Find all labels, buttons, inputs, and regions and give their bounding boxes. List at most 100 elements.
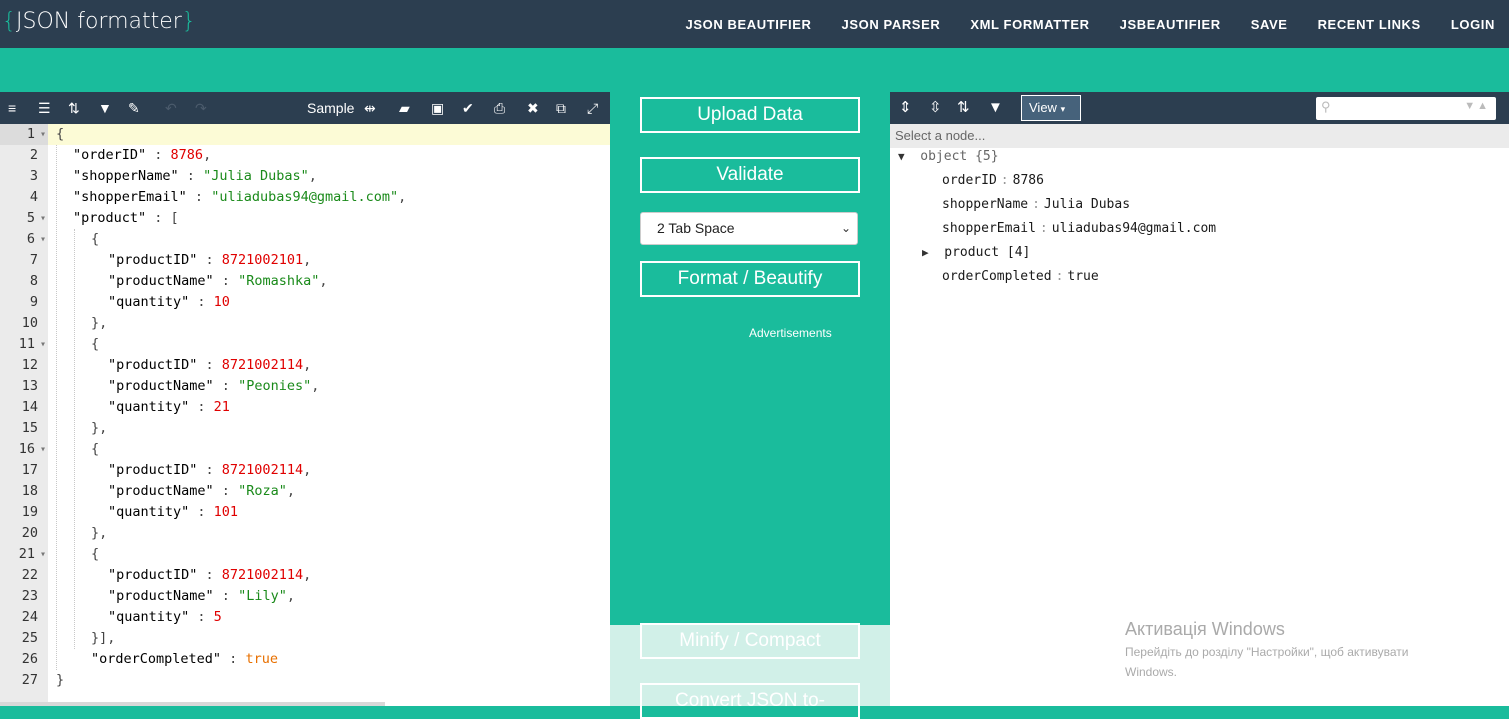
- site-logo[interactable]: {JSON formatter}: [2, 9, 196, 34]
- fold-arrow-icon[interactable]: ▾: [40, 544, 46, 565]
- usb-icon[interactable]: ⇹: [364, 100, 376, 116]
- filter-icon[interactable]: ▼: [98, 100, 112, 116]
- collapsed-arrow-icon[interactable]: ▶: [922, 246, 929, 259]
- nav-login[interactable]: LOGIN: [1451, 17, 1495, 32]
- code-line: }],: [91, 630, 116, 646]
- tree-view-panel: ⇕ ⇳ ⇅ ▼ View ▾ ⚲ ▼▲ Select a node... ▼ o…: [890, 92, 1509, 706]
- line-number: 25: [21, 630, 38, 646]
- search-icon: ⚲: [1321, 99, 1331, 114]
- line-number: 20: [21, 525, 38, 541]
- indent-guide: [56, 145, 57, 670]
- fold-arrow-icon[interactable]: ▾: [40, 439, 46, 460]
- expand-all-icon[interactable]: ⇕: [899, 100, 912, 116]
- fold-arrow-icon[interactable]: ▾: [40, 229, 46, 250]
- line-number: 8: [29, 273, 38, 289]
- folder-open-icon[interactable]: ▰: [399, 100, 410, 116]
- code-line: {: [91, 441, 100, 457]
- code-line: "shopperEmail" : "uliadubas94@gmail.com"…: [73, 189, 407, 205]
- line-number: 7: [29, 252, 38, 268]
- line-number: 3: [29, 168, 38, 184]
- code-line: "productID" : 8721002114,: [108, 567, 312, 583]
- collapse-all-icon[interactable]: ⇳: [929, 100, 942, 116]
- line-number: 23: [21, 588, 38, 604]
- code-line: "quantity" : 10: [108, 294, 230, 310]
- code-area[interactable]: 1 ▾ 2 3 4 5 ▾ 6 ▾ 7 8 9 10 11 ▾ 12 13 14 15 …: [0, 124, 610, 706]
- line-number: 1 ▾: [0, 124, 48, 145]
- line-number: 12: [21, 357, 38, 373]
- horizontal-scrollbar[interactable]: [0, 702, 385, 706]
- code-line: "quantity" : 5: [108, 609, 222, 625]
- tab-space-select[interactable]: 2 Tab Space ⌄: [640, 212, 858, 245]
- nav-json-beautifier[interactable]: JSON BEAUTIFIER: [686, 17, 812, 32]
- format-beautify-button[interactable]: Format / Beautify: [640, 261, 860, 297]
- line-number: 24: [21, 609, 38, 625]
- minify-compact-button[interactable]: Minify / Compact: [640, 623, 860, 659]
- dropdown-caret-icon: ▾: [1060, 104, 1066, 114]
- format-icon[interactable]: ≡: [8, 100, 16, 116]
- compact-icon[interactable]: ☰: [38, 100, 51, 116]
- tree-toolbar: ⇕ ⇳ ⇅ ▼ View ▾ ⚲ ▼▲: [890, 92, 1509, 124]
- line-number: 10: [21, 315, 38, 331]
- line-number: 15: [21, 420, 38, 436]
- wrench-icon[interactable]: ✎: [128, 100, 140, 116]
- tree-node-shoppername[interactable]: shopperName: Julia Dubas: [942, 193, 1130, 217]
- nav-json-parser[interactable]: JSON PARSER: [842, 17, 941, 32]
- line-number: 27: [21, 672, 38, 688]
- code-editor-panel: ≡ ☰ ⇅ ▼ ✎ ↶ ↷ Sample ⇹ ▰ ▣ ✔ ⎙ ✖ ⧉ ⤢ 1 ▾ …: [0, 92, 610, 706]
- line-number: 6 ▾: [0, 229, 48, 250]
- fold-arrow-icon[interactable]: ▾: [40, 334, 46, 355]
- line-number: 14: [21, 399, 38, 415]
- tree-search-input[interactable]: ⚲ ▼▲: [1316, 97, 1496, 120]
- line-number: 9: [29, 294, 38, 310]
- expanded-arrow-icon[interactable]: ▼: [898, 150, 905, 163]
- code-line: {: [91, 546, 100, 562]
- filter-icon[interactable]: ▼: [988, 100, 1003, 116]
- convert-json-button[interactable]: Convert JSON to-: [640, 683, 860, 719]
- sample-button[interactable]: Sample: [307, 100, 354, 116]
- fold-arrow-icon[interactable]: ▾: [40, 124, 46, 145]
- line-number: 11 ▾: [0, 334, 48, 355]
- code-line: "productName" : "Romashka",: [108, 273, 328, 289]
- validate-button[interactable]: Validate: [640, 157, 860, 193]
- line-number: 22: [21, 567, 38, 583]
- view-mode-button[interactable]: View ▾: [1021, 95, 1081, 121]
- code-line: "productName" : "Roza",: [108, 483, 295, 499]
- windows-activation-title: Активація Windows: [1125, 619, 1285, 639]
- save-icon[interactable]: ▣: [431, 100, 444, 116]
- indent-guide: [74, 229, 75, 649]
- advertisements-label: Advertisements: [749, 326, 832, 340]
- line-number: 17: [21, 462, 38, 478]
- tree-node-ordercompleted[interactable]: orderCompleted: true: [942, 265, 1099, 289]
- code-line: "productID" : 8721002114,: [108, 357, 312, 373]
- tree-node-shopperemail[interactable]: shopperEmail: uliadubas94@gmail.com: [942, 217, 1216, 241]
- code-line: "productName" : "Peonies",: [108, 378, 320, 394]
- code-line: "product" : [: [73, 210, 179, 226]
- line-number: 5 ▾: [0, 208, 48, 229]
- top-navbar: {JSON formatter} JSON BEAUTIFIER JSON PA…: [0, 0, 1509, 48]
- fold-arrow-icon[interactable]: ▾: [40, 208, 46, 229]
- line-number: 21 ▾: [0, 544, 48, 565]
- tree-root-node[interactable]: ▼ object {5}: [898, 145, 999, 169]
- code-line: }: [56, 672, 65, 688]
- redo-icon[interactable]: ↷: [195, 100, 207, 116]
- tree-node-product[interactable]: ▶ product [4]: [922, 241, 1030, 265]
- search-nav-arrows-icon[interactable]: ▼▲: [1464, 100, 1490, 112]
- nav-jsbeautifier[interactable]: JSBEAUTIFIER: [1120, 17, 1221, 32]
- check-icon[interactable]: ✔: [462, 100, 474, 116]
- copy-icon[interactable]: ⧉: [556, 100, 566, 116]
- code-line: "productID" : 8721002114,: [108, 462, 312, 478]
- sort-icon[interactable]: ⇅: [957, 100, 970, 116]
- fullscreen-icon[interactable]: ⤢: [587, 100, 598, 116]
- print-icon[interactable]: ⎙: [494, 100, 505, 116]
- clear-icon[interactable]: ✖: [527, 100, 539, 116]
- nav-xml-formatter[interactable]: XML FORMATTER: [970, 17, 1089, 32]
- line-number: 26: [21, 651, 38, 667]
- nav-recent-links[interactable]: RECENT LINKS: [1318, 17, 1421, 32]
- undo-icon[interactable]: ↶: [165, 100, 177, 116]
- upload-data-button[interactable]: Upload Data: [640, 97, 860, 133]
- sort-icon[interactable]: ⇅: [68, 100, 80, 116]
- tree-node-orderid[interactable]: orderID:8786: [942, 169, 1044, 193]
- nav-save[interactable]: SAVE: [1251, 17, 1288, 32]
- code-line: {: [91, 336, 100, 352]
- editor-toolbar: ≡ ☰ ⇅ ▼ ✎ ↶ ↷ Sample ⇹ ▰ ▣ ✔ ⎙ ✖ ⧉ ⤢: [0, 92, 610, 124]
